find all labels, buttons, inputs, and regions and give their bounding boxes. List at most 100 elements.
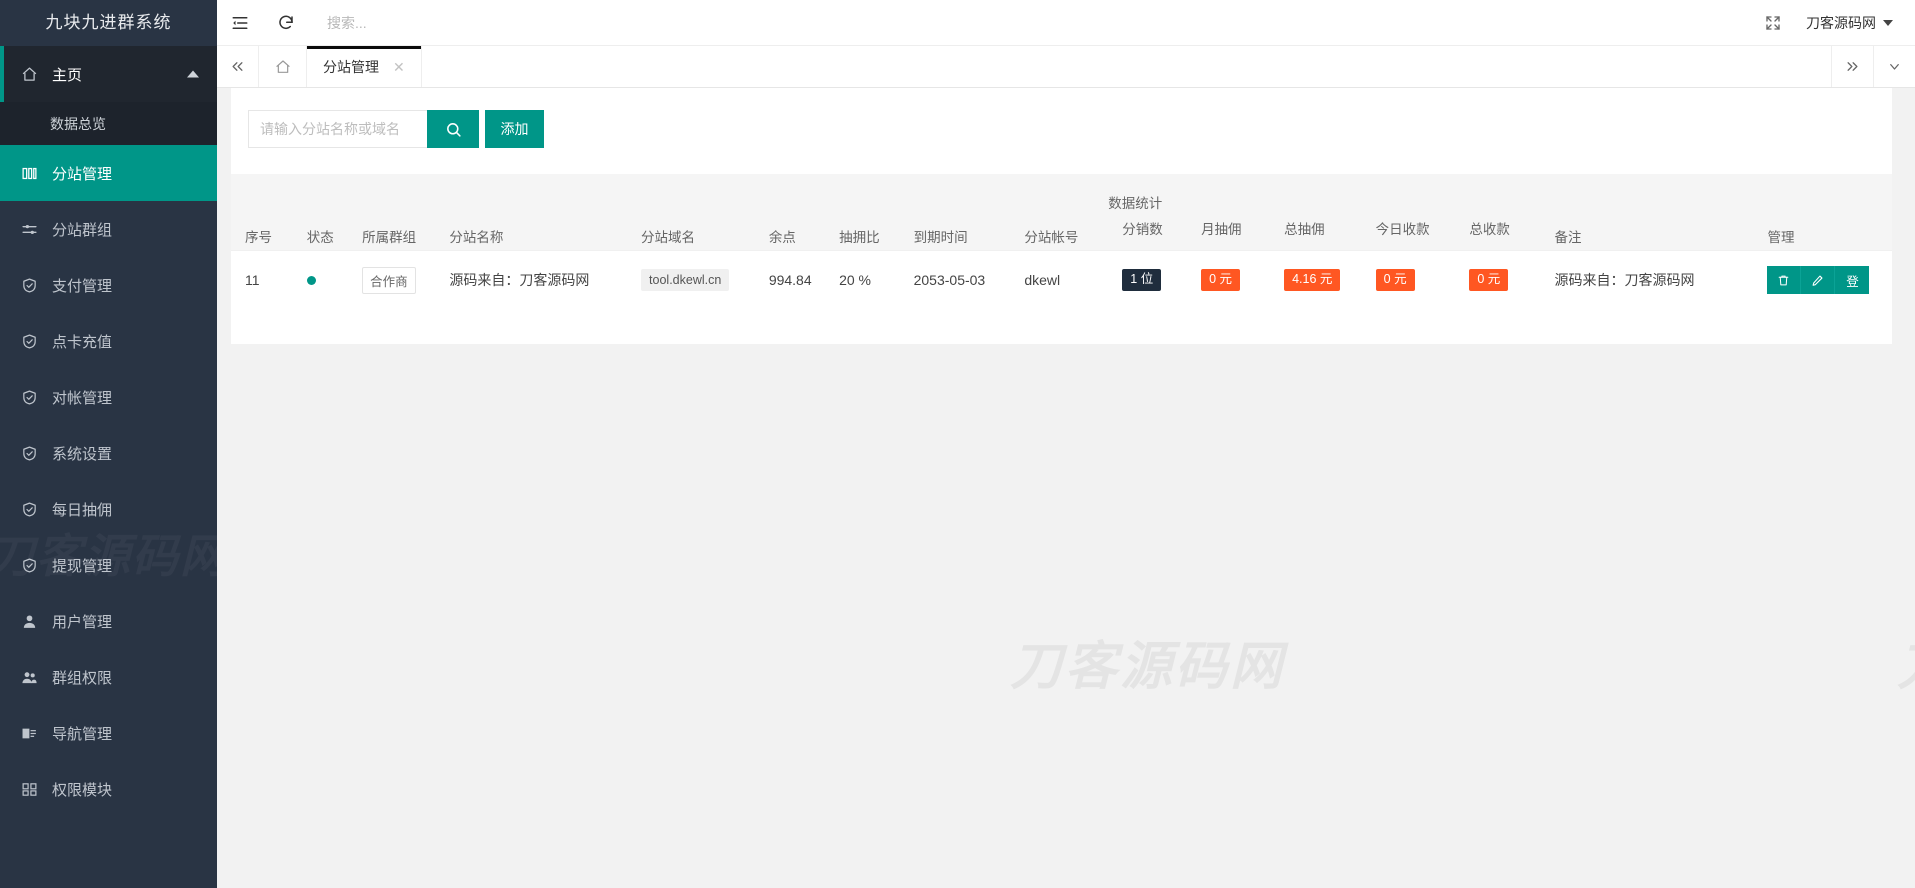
tab-0[interactable]: 分站管理 ✕ — [307, 46, 422, 87]
col-head-5: 余点 — [755, 174, 825, 250]
cell-expire: 2053-05-03 — [900, 250, 1011, 310]
today-income-badge: 0 元 — [1376, 269, 1415, 291]
col-head-label: 所属群组 — [348, 226, 435, 246]
sidebar-item-label: 用户管理 — [52, 611, 112, 632]
cell-domain: tool.dkewl.cn — [627, 250, 755, 310]
sidebar-item-label: 每日抽佣 — [52, 499, 112, 520]
col-head-label: 余点 — [755, 226, 825, 246]
shield-check-icon — [18, 386, 40, 408]
filter-toolbar: 添加 — [231, 88, 1892, 174]
sidebar-item-label: 分站管理 — [52, 163, 112, 184]
user-name: 刀客源码网 — [1806, 13, 1876, 33]
month-commission-badge: 0 元 — [1201, 269, 1240, 291]
sidebar-item-2[interactable]: 分站管理 — [0, 145, 217, 201]
sliders-icon — [18, 218, 40, 240]
sidebar-item-label: 导航管理 — [52, 723, 112, 744]
cell-month-commission: 0 元 — [1187, 250, 1270, 310]
global-search-placeholder[interactable]: 搜索... — [327, 13, 367, 33]
distributors-badge: 1 位 — [1122, 269, 1161, 291]
shield-check-icon — [18, 274, 40, 296]
sidebar-item-label: 对帐管理 — [52, 387, 112, 408]
sidebar-item-9[interactable]: 提现管理 — [0, 537, 217, 593]
sidebar-item-label: 系统设置 — [52, 443, 112, 464]
watermark-right: 刀客源码网 — [1897, 624, 1915, 699]
sidebar-item-3[interactable]: 分站群组 — [0, 201, 217, 257]
sidebar-item-label: 提现管理 — [52, 555, 112, 576]
col-head-stat-3: 今日收款 — [1362, 216, 1456, 250]
tab-close-icon[interactable]: ✕ — [393, 60, 405, 74]
add-button[interactable]: 添加 — [485, 110, 544, 148]
col-head-r-1: 管理 — [1753, 174, 1892, 250]
col-head-7: 到期时间 — [900, 174, 1011, 250]
sidebar-item-8[interactable]: 每日抽佣 — [0, 481, 217, 537]
col-head-4: 分站域名 — [627, 174, 755, 250]
col-head-stat-2: 总抽佣 — [1270, 216, 1362, 250]
action-delete-button[interactable] — [1767, 266, 1801, 294]
shield-check-icon — [18, 442, 40, 464]
cell-group: 合作商 — [348, 250, 435, 310]
sidebar-item-12[interactable]: 导航管理 — [0, 705, 217, 761]
cell-ratio: 20 % — [825, 250, 900, 310]
cell-remark: 源码来自：刀客源码网 — [1541, 250, 1754, 310]
menu-fold-icon[interactable] — [217, 0, 263, 46]
app-root: 九块九进群系统 主页数据总览分站管理分站群组支付管理点卡充值对帐管理系统设置每日… — [0, 0, 1915, 888]
col-head-label: 分站名称 — [435, 226, 627, 246]
cell-total-income: 0 元 — [1455, 250, 1540, 310]
col-group-head-stats: 数据统计 — [1108, 174, 1540, 216]
cell-points-value: 994.84 — [769, 272, 812, 288]
col-head-label: 备注 — [1541, 226, 1754, 246]
sidebar-subitem-1[interactable]: 数据总览 — [0, 102, 217, 145]
cell-name-value: 源码来自：刀客源码网 — [449, 272, 589, 288]
col-group-head-label: 数据统计 — [1108, 196, 1162, 211]
tabbar: 分站管理 ✕ — [217, 46, 1915, 88]
content-card: 添加 序号状态所属群组分站名称分站域名余点抽拥比到期时间分站帐号数据统计备注管理… — [231, 88, 1892, 344]
cell-status — [293, 250, 348, 310]
domain-tag: tool.dkewl.cn — [641, 269, 729, 291]
col-head-label: 抽拥比 — [825, 226, 900, 246]
refresh-icon[interactable] — [263, 0, 309, 46]
sidebar-item-11[interactable]: 群组权限 — [0, 649, 217, 705]
cell-index: 11 — [231, 250, 293, 310]
col-head-1: 状态 — [293, 174, 348, 250]
tabbar-dropdown-icon[interactable] — [1873, 46, 1915, 87]
col-head-stat-0: 分销数 — [1108, 216, 1187, 250]
table-head-row-top: 序号状态所属群组分站名称分站域名余点抽拥比到期时间分站帐号数据统计备注管理 — [231, 174, 1892, 216]
site-table: 序号状态所属群组分站名称分站域名余点抽拥比到期时间分站帐号数据统计备注管理 分销… — [231, 174, 1892, 310]
sidebar-item-13[interactable]: 权限模块 — [0, 761, 217, 817]
grid-icon — [18, 778, 40, 800]
sidebar-item-5[interactable]: 点卡充值 — [0, 313, 217, 369]
action-edit-button[interactable] — [1801, 266, 1835, 294]
sidebar-item-0[interactable]: 主页 — [0, 46, 217, 102]
action-login-button[interactable]: 登 — [1835, 266, 1869, 294]
table-head: 序号状态所属群组分站名称分站域名余点抽拥比到期时间分站帐号数据统计备注管理 分销… — [231, 174, 1892, 250]
tab-label: 分站管理 — [323, 57, 379, 77]
search-button[interactable] — [427, 110, 479, 148]
sidebar-item-4[interactable]: 支付管理 — [0, 257, 217, 313]
shield-check-icon — [18, 330, 40, 352]
nav-icon — [18, 722, 40, 744]
tab-list: 分站管理 ✕ — [307, 46, 422, 87]
chevron-double-left-icon[interactable] — [217, 46, 259, 87]
chevron-double-right-icon[interactable] — [1831, 46, 1873, 87]
pencil-icon — [1811, 274, 1824, 287]
search-input[interactable] — [248, 110, 427, 148]
chevron-up-icon — [187, 71, 199, 78]
user-menu[interactable]: 刀客源码网 — [1796, 0, 1915, 46]
cell-actions: 登 — [1753, 250, 1892, 310]
sidebar-item-6[interactable]: 对帐管理 — [0, 369, 217, 425]
cell-points: 994.84 — [755, 250, 825, 310]
topbar: 搜索... 刀客源码网 — [217, 0, 1915, 46]
sidebar-item-7[interactable]: 系统设置 — [0, 425, 217, 481]
main-area: 搜索... 刀客源码网 — [217, 0, 1915, 888]
fullscreen-icon[interactable] — [1750, 0, 1796, 46]
sidebar-item-10[interactable]: 用户管理 — [0, 593, 217, 649]
home-outline-icon[interactable] — [259, 46, 307, 87]
content-area: 刀客源码网 刀客源码网 添加 — [217, 88, 1915, 888]
col-head-label: 状态 — [293, 226, 348, 246]
shield-check-icon — [18, 554, 40, 576]
cell-distributors: 1 位 — [1108, 250, 1187, 310]
cell-account: dkewl — [1010, 250, 1108, 310]
col-head-label: 到期时间 — [900, 226, 1011, 246]
col-head-label: 序号 — [231, 226, 293, 246]
brand-title: 九块九进群系统 — [0, 0, 217, 46]
